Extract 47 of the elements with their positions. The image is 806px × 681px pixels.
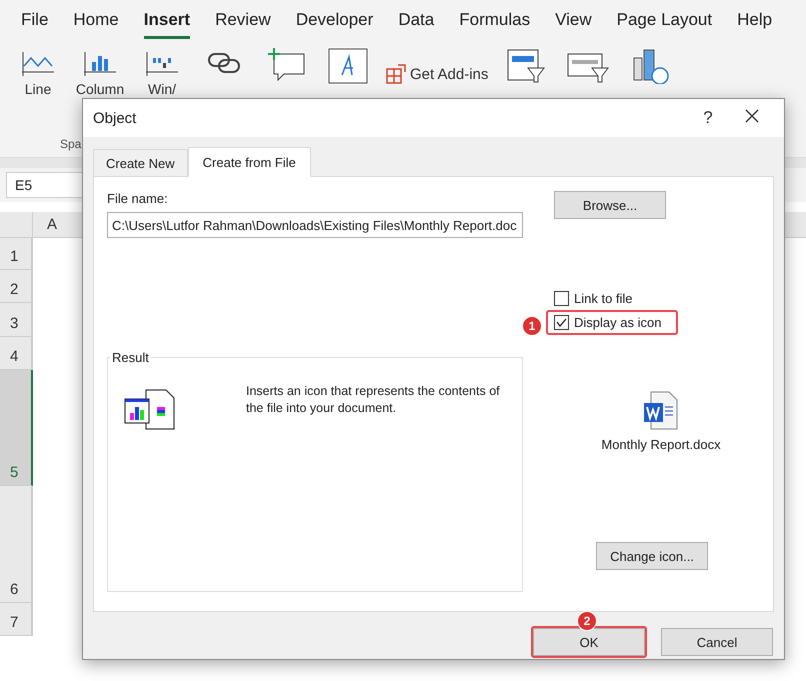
checkbox[interactable] — [554, 315, 569, 330]
menu-tab[interactable]: Data — [398, 2, 434, 38]
dialog-title: Object — [93, 110, 138, 126]
row-header[interactable]: 6 — [0, 486, 33, 603]
field-label: File name: — [107, 191, 169, 206]
checkbox-option[interactable]: Display as icon — [554, 315, 670, 330]
get-add-ins-button[interactable]: Get Add-ins — [386, 56, 488, 92]
ok-button[interactable]: OK — [533, 628, 645, 656]
row-header[interactable]: 2 — [0, 270, 33, 303]
change-icon-button[interactable]: Change icon... — [596, 542, 708, 570]
cancel-button[interactable]: Cancel — [661, 628, 773, 656]
checkbox-option[interactable]: Link to file — [554, 291, 773, 306]
menu-tab[interactable]: File — [21, 2, 48, 38]
dialog-tab[interactable]: Create New — [93, 149, 188, 177]
dialog-tab[interactable]: Create from File — [188, 147, 311, 177]
checkbox[interactable] — [554, 291, 569, 306]
menu-tab[interactable]: Formulas — [459, 2, 530, 38]
word-document-icon — [643, 391, 679, 431]
help-button[interactable]: ? — [686, 103, 730, 133]
check-icon — [556, 318, 567, 327]
row-header[interactable]: 4 — [0, 337, 33, 370]
add-ins-icon — [386, 64, 406, 84]
comment-icon — [266, 48, 306, 82]
row-header[interactable]: 1 — [0, 238, 33, 270]
step-badge: 1 — [522, 316, 542, 336]
menu-tab[interactable]: Page Layout — [616, 2, 712, 38]
ribbon-command[interactable]: Win/ — [148, 81, 176, 97]
group-label: Spa — [60, 137, 82, 151]
row-header[interactable]: 7 — [0, 603, 33, 636]
row-header[interactable]: 5 — [0, 370, 33, 486]
menu-tab[interactable]: Review — [215, 2, 271, 38]
row-header[interactable]: 3 — [0, 303, 33, 337]
object-icon — [124, 389, 176, 431]
menu-tab[interactable]: Developer — [296, 2, 374, 38]
menu-tab[interactable]: View — [555, 2, 592, 38]
browse-button[interactable]: Browse... — [554, 191, 666, 219]
menu-tab[interactable]: Home — [73, 2, 119, 38]
slicer-icon — [506, 48, 546, 84]
close-icon — [745, 109, 759, 123]
group-title: Result — [111, 350, 150, 365]
icon-caption: Monthly Report.docx — [601, 437, 721, 452]
text-box-icon — [328, 48, 368, 84]
ribbon-command[interactable]: Line — [24, 81, 52, 97]
ribbon-command[interactable]: Column — [76, 81, 124, 97]
menu-tab[interactable]: Help — [737, 2, 772, 38]
file-name-field[interactable]: C:\Users\Lutfor Rahman\Downloads\Existing Files\Monthly Report.doc — [107, 212, 523, 238]
result-description: Inserts an icon that represents the contents of the file into your document. — [246, 383, 501, 417]
